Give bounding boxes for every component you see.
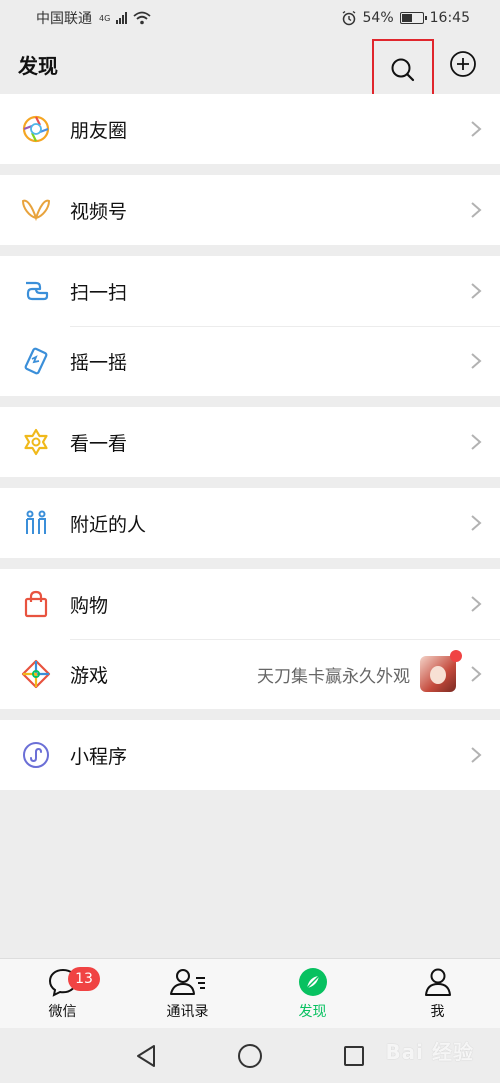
menu-label: 扫一扫 [70, 281, 128, 304]
battery-percent: 54% [362, 10, 394, 26]
channels-icon [20, 194, 52, 226]
search-button[interactable] [372, 39, 434, 101]
game-promo-avatar [420, 650, 462, 692]
menu-group: 附近的人 [0, 488, 500, 558]
carrier-name: 中国联通 [36, 11, 92, 27]
chevron-right-icon [471, 747, 482, 763]
menu-group: 朋友圈 [0, 94, 500, 164]
menu-label: 小程序 [70, 745, 128, 768]
battery-icon [399, 12, 427, 24]
games-icon [20, 658, 52, 690]
signal-icon [116, 12, 128, 24]
chevron-right-icon [471, 515, 482, 531]
watermark-logo: Bai 经验 [385, 1040, 474, 1064]
menu-label: 附近的人 [70, 513, 147, 536]
menu-label: 摇一摇 [70, 351, 128, 374]
bottom-tab-bar: 微信 13 通讯录 发现 我 [0, 958, 500, 1028]
menu-item-channels[interactable]: 视频号 [0, 175, 500, 245]
discover-menu: 朋友圈 视频号 扫一扫 摇一摇 看一看 附近的人 购物 游戏 天刀集卡赢永久外观… [0, 94, 500, 801]
games-promo-text: 天刀集卡赢永久外观 [257, 666, 410, 687]
tab-me[interactable]: 我 [375, 959, 500, 1028]
back-triangle-icon[interactable] [135, 1044, 157, 1068]
tab-label: 通讯录 [166, 1003, 209, 1020]
chevron-right-icon [471, 283, 482, 299]
tab-label: 微信 [48, 1003, 77, 1020]
menu-group: 购物 游戏 天刀集卡赢永久外观 [0, 569, 500, 709]
menu-label: 视频号 [70, 200, 128, 223]
menu-group: 看一看 [0, 407, 500, 477]
top-bar: 发现 [0, 36, 500, 101]
chevron-right-icon [471, 121, 482, 137]
chevron-right-icon [471, 666, 482, 682]
alarm-clock-icon [341, 10, 357, 26]
shopping-bag-icon [20, 588, 52, 620]
tab-discover[interactable]: 发现 [250, 959, 375, 1028]
chevron-right-icon [471, 202, 482, 218]
menu-group: 视频号 [0, 175, 500, 245]
menu-item-people-nearby[interactable]: 附近的人 [0, 488, 500, 558]
person-icon [423, 967, 453, 997]
chevron-right-icon [471, 434, 482, 450]
contacts-icon [168, 967, 208, 997]
menu-label: 看一看 [70, 432, 128, 455]
moments-icon [20, 113, 52, 145]
menu-item-moments[interactable]: 朋友圈 [0, 94, 500, 164]
menu-item-top-stories[interactable]: 看一看 [0, 407, 500, 477]
menu-group: 扫一扫 摇一摇 [0, 256, 500, 396]
people-nearby-icon [20, 507, 52, 539]
compass-icon [298, 967, 328, 997]
menu-item-games[interactable]: 游戏 天刀集卡赢永久外观 [0, 639, 500, 709]
tab-chats[interactable]: 微信 13 [0, 959, 125, 1028]
plus-circle-icon [450, 51, 476, 77]
mini-programs-icon [20, 739, 52, 771]
wifi-icon [133, 11, 151, 25]
tab-label: 我 [430, 1003, 445, 1020]
menu-item-scan[interactable]: 扫一扫 [0, 256, 500, 326]
tab-contacts[interactable]: 通讯录 [125, 959, 250, 1028]
clock: 16:45 [429, 10, 470, 26]
tab-label: 发现 [298, 1003, 327, 1020]
menu-label: 朋友圈 [70, 119, 128, 142]
recents-square-icon[interactable] [343, 1045, 365, 1067]
chevron-right-icon [471, 353, 482, 369]
top-stories-icon [20, 426, 52, 458]
menu-item-mini-programs[interactable]: 小程序 [0, 720, 500, 790]
add-button[interactable] [446, 47, 480, 81]
menu-label: 购物 [70, 594, 109, 617]
chevron-right-icon [471, 596, 482, 612]
network-type: 4G [99, 13, 111, 23]
menu-item-shopping[interactable]: 购物 [0, 569, 500, 639]
unread-badge: 13 [68, 967, 100, 991]
shake-icon [20, 345, 52, 377]
notification-dot [450, 650, 462, 662]
page-title: 发现 [18, 53, 58, 78]
search-icon [391, 58, 415, 82]
menu-label: 游戏 [70, 664, 109, 687]
menu-item-shake[interactable]: 摇一摇 [0, 326, 500, 396]
scan-icon [20, 275, 52, 307]
menu-group: 小程序 [0, 720, 500, 790]
home-circle-icon[interactable] [237, 1043, 263, 1069]
